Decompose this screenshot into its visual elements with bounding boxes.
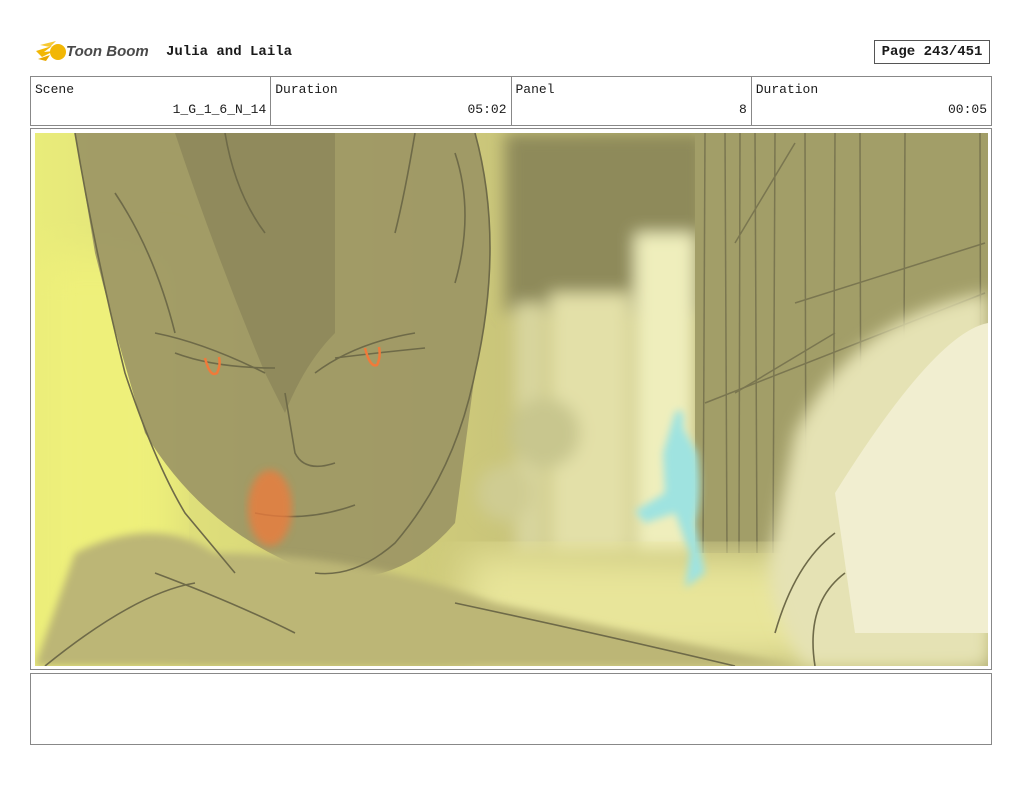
scene-duration-value: 05:02 — [467, 102, 507, 117]
storyboard-drawing — [35, 133, 988, 666]
scene-duration-cell: Duration 05:02 — [271, 77, 512, 125]
panel-duration-label: Duration — [755, 82, 819, 97]
panel-cell: Panel 8 — [512, 77, 752, 125]
scene-cell: Scene 1_G_1_6_N_14 — [31, 77, 272, 125]
panel-label: Panel — [515, 82, 555, 97]
panel-notes-box — [30, 673, 992, 745]
scene-label: Scene — [35, 82, 75, 97]
panel-value: 8 — [738, 102, 747, 117]
page-number: Page 243/451 — [874, 40, 990, 64]
scene-value: 1_G_1_6_N_14 — [172, 102, 267, 117]
logo-text: Toon Boom — [66, 43, 149, 60]
panel-info-row: Scene 1_G_1_6_N_14 Duration 05:02 Panel … — [30, 76, 992, 126]
project-title: Julia and Laila — [166, 44, 293, 60]
panel-duration-value: 00:05 — [947, 102, 987, 117]
scene-duration-label: Duration — [275, 82, 338, 97]
panel-duration-cell: Duration 00:05 — [752, 77, 991, 125]
